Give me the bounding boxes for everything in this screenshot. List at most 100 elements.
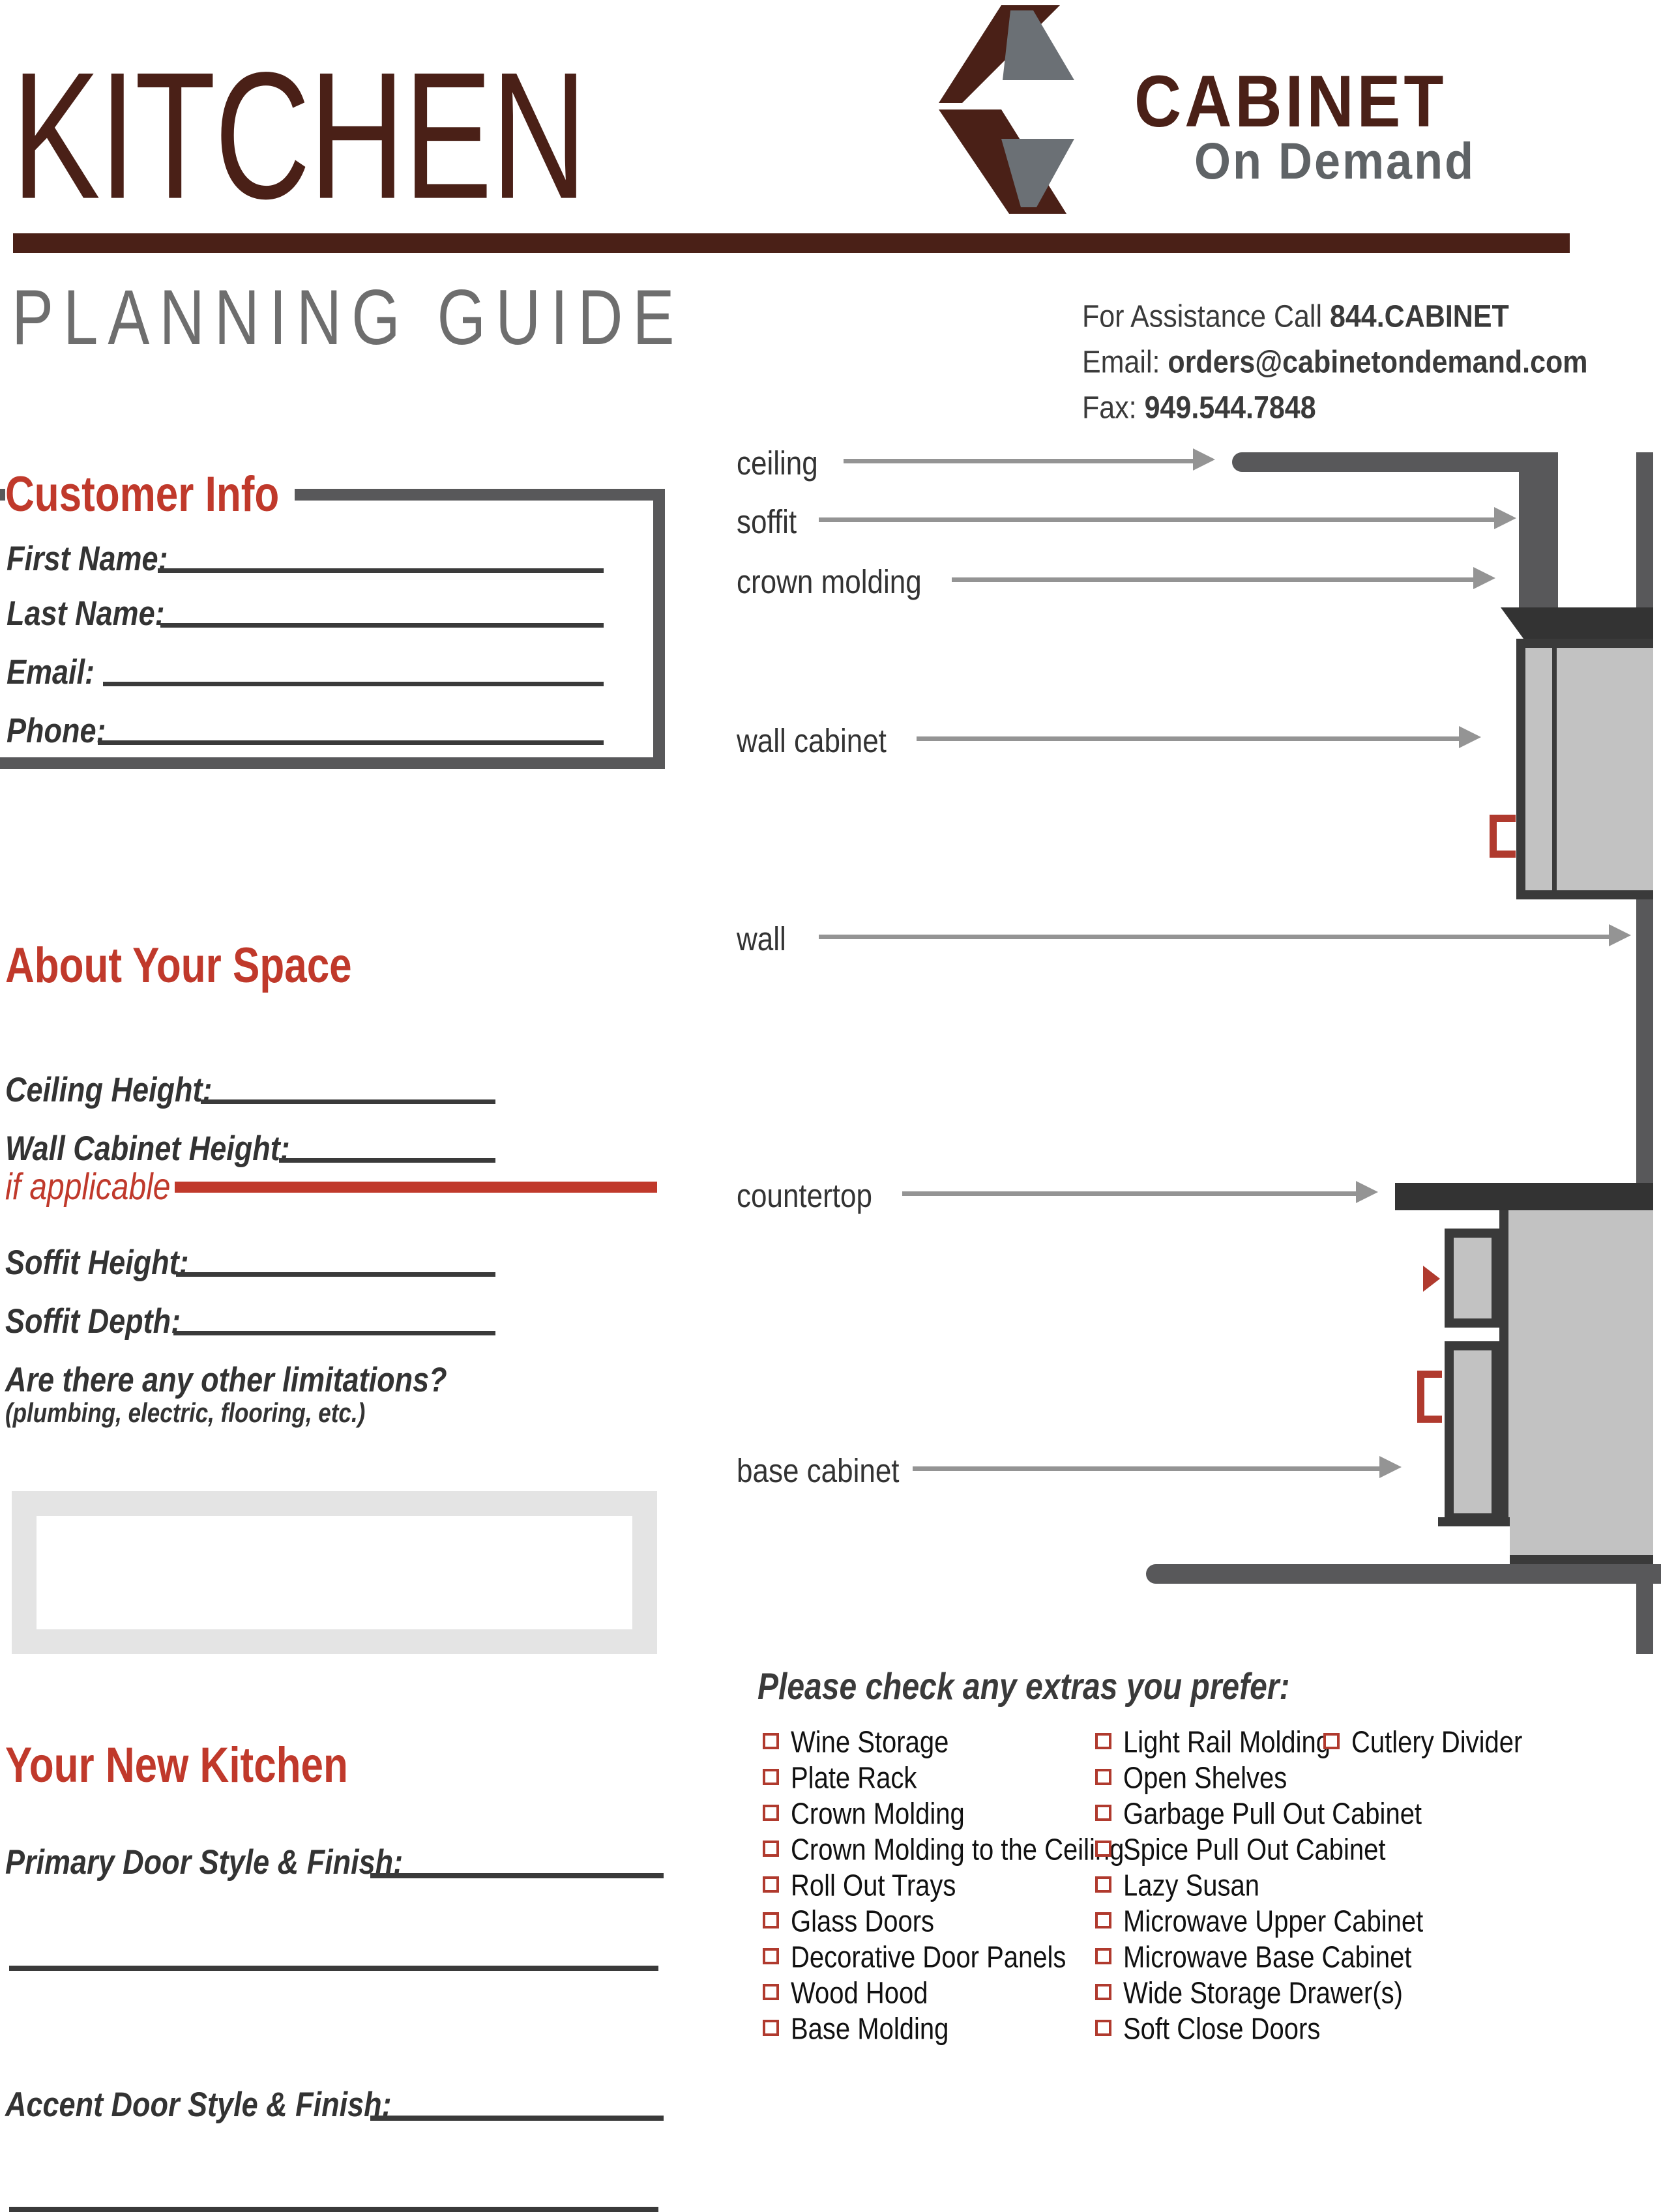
- ceiling-height-input[interactable]: [201, 1099, 495, 1104]
- extras-item[interactable]: Light Rail Molding: [1095, 1727, 1356, 1763]
- diagram-label-base-cabinet: base cabinet: [737, 1452, 900, 1490]
- extras-item[interactable]: Wood Hood: [763, 1978, 1095, 2014]
- extras-item-label: Plate Rack: [791, 1761, 917, 1795]
- primary-door-style-input-continuation[interactable]: [9, 1966, 658, 1971]
- diagram-leader-crown-molding: [952, 577, 1476, 582]
- contact-email-address: orders@cabinetondemand.com: [1168, 344, 1588, 380]
- extras-item-label: Microwave Base Cabinet: [1123, 1940, 1412, 1974]
- diagram-crown-molding-shape: [1523, 607, 1653, 639]
- ceiling-height-row: Ceiling Height:: [5, 1072, 495, 1107]
- checkbox-icon[interactable]: [763, 1805, 779, 1821]
- diagram-base-door-handle: [1417, 1371, 1442, 1423]
- phone-input[interactable]: [98, 740, 604, 745]
- arrow-head-icon: [1193, 448, 1215, 471]
- extras-item[interactable]: Roll Out Trays: [763, 1870, 1095, 1906]
- extras-item[interactable]: Wide Storage Drawer(s): [1095, 1978, 1403, 2014]
- checkbox-icon[interactable]: [763, 1841, 779, 1857]
- extras-item[interactable]: Wine Storage: [763, 1727, 1095, 1763]
- arrow-head-icon: [1473, 567, 1495, 589]
- checkbox-icon[interactable]: [1095, 1769, 1111, 1785]
- checkbox-icon[interactable]: [763, 1984, 779, 2000]
- email-label: Email:: [7, 652, 95, 691]
- checkbox-icon[interactable]: [1095, 1912, 1111, 1928]
- contact-phone-prefix: For Assistance Call: [1082, 298, 1330, 334]
- diagram-wall-cabinet-handle: [1490, 815, 1516, 858]
- extras-item[interactable]: Spice Pull Out Cabinet: [1095, 1835, 1385, 1870]
- email-input[interactable]: [103, 682, 604, 686]
- soffit-depth-input[interactable]: [173, 1331, 495, 1335]
- wall-cabinet-height-input[interactable]: [279, 1158, 495, 1163]
- primary-door-style-label: Primary Door Style & Finish:: [5, 1842, 404, 1882]
- extras-item[interactable]: Garbage Pull Out Cabinet: [1095, 1799, 1422, 1835]
- page-title: KITCHEN: [12, 34, 587, 237]
- diagram-leader-ceiling: [844, 459, 1196, 463]
- diagram-base-door-shape: [1445, 1341, 1501, 1522]
- extras-item[interactable]: Crown Molding: [763, 1799, 1095, 1835]
- accent-door-style-label: Accent Door Style & Finish:: [5, 2084, 392, 2124]
- last-name-input[interactable]: [160, 623, 604, 628]
- extras-item-label: Soft Close Doors: [1123, 2012, 1321, 2046]
- first-name-input[interactable]: [158, 568, 604, 573]
- checkbox-icon[interactable]: [763, 1733, 779, 1749]
- primary-door-style-input[interactable]: [370, 1873, 664, 1878]
- checkbox-icon[interactable]: [1095, 1841, 1111, 1857]
- diagram-label-crown-molding: crown molding: [737, 563, 922, 601]
- extras-item[interactable]: Soft Close Doors: [1095, 2014, 1356, 2050]
- diagram-soffit-shape: [1519, 452, 1558, 609]
- diagram-floor-shape: [1146, 1564, 1661, 1584]
- arrow-head-icon: [1459, 726, 1481, 748]
- accent-door-style-input[interactable]: [370, 2116, 664, 2121]
- extras-item[interactable]: Decorative Door Panels: [763, 1942, 1095, 1978]
- diagram-label-wall: wall: [737, 920, 786, 958]
- last-name-label: Last Name:: [7, 593, 165, 633]
- arrow-head-icon: [1609, 924, 1631, 946]
- company-logo: CABINET On Demand: [939, 5, 1662, 214]
- diagram-leader-wall: [819, 935, 1611, 939]
- checkbox-icon[interactable]: [763, 1948, 779, 1964]
- checkbox-icon[interactable]: [763, 1912, 779, 1928]
- extras-item[interactable]: Cutlery Divider: [1323, 1727, 1532, 1763]
- extras-item-label: Microwave Upper Cabinet: [1123, 1904, 1424, 1938]
- limitations-textarea[interactable]: [12, 1491, 657, 1654]
- checkbox-icon[interactable]: [763, 2020, 779, 2036]
- diagram-base-cabinet-shape: [1499, 1210, 1653, 1564]
- extras-item[interactable]: Glass Doors: [763, 1906, 1095, 1942]
- contact-phone-line: For Assistance Call 844.CABINET: [1082, 295, 1669, 338]
- checkbox-icon[interactable]: [1095, 1948, 1111, 1964]
- checkbox-icon[interactable]: [1095, 1805, 1111, 1821]
- wall-cabinet-height-label: Wall Cabinet Height:: [5, 1128, 290, 1168]
- page-header: KITCHEN PLANNING GUIDE CABINET On Demand…: [0, 0, 1676, 430]
- accent-door-style-row: Accent Door Style & Finish:: [5, 2087, 664, 2121]
- extras-item[interactable]: Microwave Upper Cabinet: [1095, 1906, 1423, 1942]
- arrow-head-icon: [1379, 1456, 1402, 1478]
- extras-item-label: Cutlery Divider: [1351, 1725, 1523, 1759]
- limitations-question: Are there any other limitations?: [5, 1360, 447, 1399]
- extras-item-label: Base Molding: [791, 2012, 949, 2046]
- checkbox-icon[interactable]: [1095, 1733, 1111, 1749]
- diagram-crown-molding-bevel: [1501, 607, 1523, 639]
- checkbox-icon[interactable]: [1095, 2020, 1111, 2036]
- soffit-height-input[interactable]: [176, 1272, 495, 1277]
- checkbox-icon[interactable]: [1323, 1733, 1340, 1749]
- extras-item[interactable]: Open Shelves: [1095, 1763, 1356, 1799]
- extras-item-label: Wood Hood: [791, 1976, 928, 2010]
- extras-item[interactable]: Microwave Base Cabinet: [1095, 1942, 1411, 1978]
- diagram-leader-soffit: [819, 517, 1497, 522]
- wall-cabinet-height-row: Wall Cabinet Height:: [5, 1131, 495, 1165]
- extras-item-label: Decorative Door Panels: [791, 1940, 1066, 1974]
- accent-door-style-input-continuation[interactable]: [9, 2207, 658, 2212]
- extras-item[interactable]: Lazy Susan: [1095, 1870, 1356, 1906]
- checkbox-icon[interactable]: [1095, 1876, 1111, 1893]
- checkbox-icon[interactable]: [763, 1876, 779, 1893]
- extras-item[interactable]: Plate Rack: [763, 1763, 1095, 1799]
- checkbox-icon[interactable]: [763, 1769, 779, 1785]
- extras-item-label: Wine Storage: [791, 1725, 949, 1759]
- extras-item[interactable]: Base Molding: [763, 2014, 1095, 2050]
- extras-item[interactable]: Crown Molding to the Ceiling: [763, 1835, 1124, 1870]
- checkbox-icon[interactable]: [1095, 1984, 1111, 2000]
- diagram-base-drawer-shape: [1445, 1229, 1501, 1328]
- diagram-leader-base-cabinet: [913, 1466, 1382, 1471]
- diagram-label-soffit: soffit: [737, 503, 797, 541]
- diagram-ceiling-shape: [1232, 452, 1558, 472]
- extras-item-label: Spice Pull Out Cabinet: [1123, 1833, 1386, 1867]
